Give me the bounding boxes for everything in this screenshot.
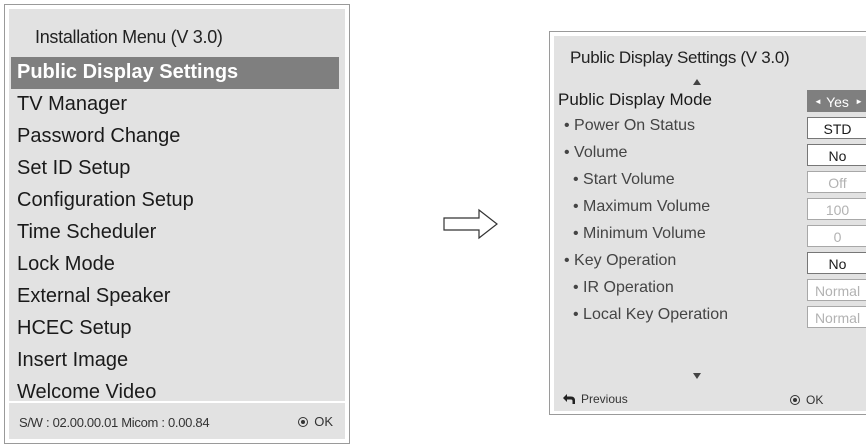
setting-row-minimum-volume: • Minimum Volume 0 [554,223,866,249]
menu-item-configuration-setup[interactable]: Configuration Setup [9,185,345,217]
installation-menu-body: Installation Menu (V 3.0) Public Display… [9,9,345,403]
power-on-status-value[interactable]: STD [807,117,866,139]
setting-label: • IR Operation [573,279,674,296]
menu-item-time-scheduler[interactable]: Time Scheduler [9,217,345,249]
return-arrow-icon [563,394,575,404]
public-display-settings-panel: Public Display Settings (V 3.0) Public D… [549,31,866,415]
setting-row-power-on-status[interactable]: • Power On Status STD [554,115,866,141]
key-operation-value[interactable]: No [807,252,866,274]
menu-item-lock-mode[interactable]: Lock Mode [9,249,345,281]
setting-row-start-volume: • Start Volume Off [554,169,866,195]
setting-value-text: Yes [826,94,849,110]
setting-label: • Start Volume [573,171,675,188]
setting-label: • Local Key Operation [573,306,729,323]
ok-button-icon [298,416,309,427]
setting-label: • Power On Status [564,117,695,134]
volume-value[interactable]: No [807,144,866,166]
chevron-left-icon[interactable]: ◄ [814,91,822,113]
start-volume-value: Off [807,171,866,193]
scroll-up-icon[interactable] [693,79,701,85]
menu-item-hcec-setup[interactable]: HCEC Setup [9,313,345,345]
setting-row-local-key-operation: • Local Key Operation Normal [554,304,866,330]
minimum-volume-value: 0 [807,225,866,247]
scroll-down-icon[interactable] [693,373,701,379]
setting-row-volume[interactable]: • Volume No [554,142,866,168]
menu-item-password-change[interactable]: Password Change [9,121,345,153]
local-key-operation-value: Normal [807,306,866,328]
menu-item-external-speaker[interactable]: External Speaker [9,281,345,313]
installation-menu-panel: Installation Menu (V 3.0) Public Display… [4,4,350,444]
setting-label: Public Display Mode [558,90,713,109]
public-display-settings-title: Public Display Settings (V 3.0) [570,48,790,67]
menu-item-tv-manager[interactable]: TV Manager [9,89,345,121]
setting-label: • Maximum Volume [573,198,711,215]
previous-label: Previous [581,392,628,406]
menu-item-insert-image[interactable]: Insert Image [9,345,345,377]
setting-row-ir-operation: • IR Operation Normal [554,277,866,303]
chevron-right-icon[interactable]: ► [855,91,863,113]
ok-label: OK [806,393,824,407]
installation-menu-title: Installation Menu (V 3.0) [35,27,223,47]
setting-label: • Volume [564,144,628,161]
setting-row-maximum-volume: • Maximum Volume 100 [554,196,866,222]
ok-label: OK [314,414,333,429]
setting-row-key-operation[interactable]: • Key Operation No [554,250,866,276]
public-display-settings-footer: Previous OK [554,389,866,411]
menu-item-set-id-setup[interactable]: Set ID Setup [9,153,345,185]
ok-button[interactable]: OK [298,414,333,429]
previous-button[interactable]: Previous [562,392,628,406]
ok-button[interactable]: OK [790,393,823,407]
maximum-volume-value: 100 [807,198,866,220]
ok-button-icon [790,395,800,405]
right-arrow-outline-icon [443,208,498,240]
setting-label: • Minimum Volume [573,225,706,242]
ir-operation-value: Normal [807,279,866,301]
software-version-text: S/W : 02.00.00.01 Micom : 0.00.84 [19,415,210,430]
installation-menu-list: Public Display Settings TV Manager Passw… [9,57,345,409]
installation-menu-footer: S/W : 02.00.00.01 Micom : 0.00.84 OK [9,403,345,439]
public-display-settings-body: Public Display Settings (V 3.0) Public D… [554,36,866,411]
setting-label: • Key Operation [564,252,677,269]
public-display-mode-selector[interactable]: ◄ Yes ► [807,90,866,112]
menu-item-public-display-settings[interactable]: Public Display Settings [11,57,339,89]
setting-row-public-display-mode[interactable]: Public Display Mode ◄ Yes ► [554,88,866,114]
